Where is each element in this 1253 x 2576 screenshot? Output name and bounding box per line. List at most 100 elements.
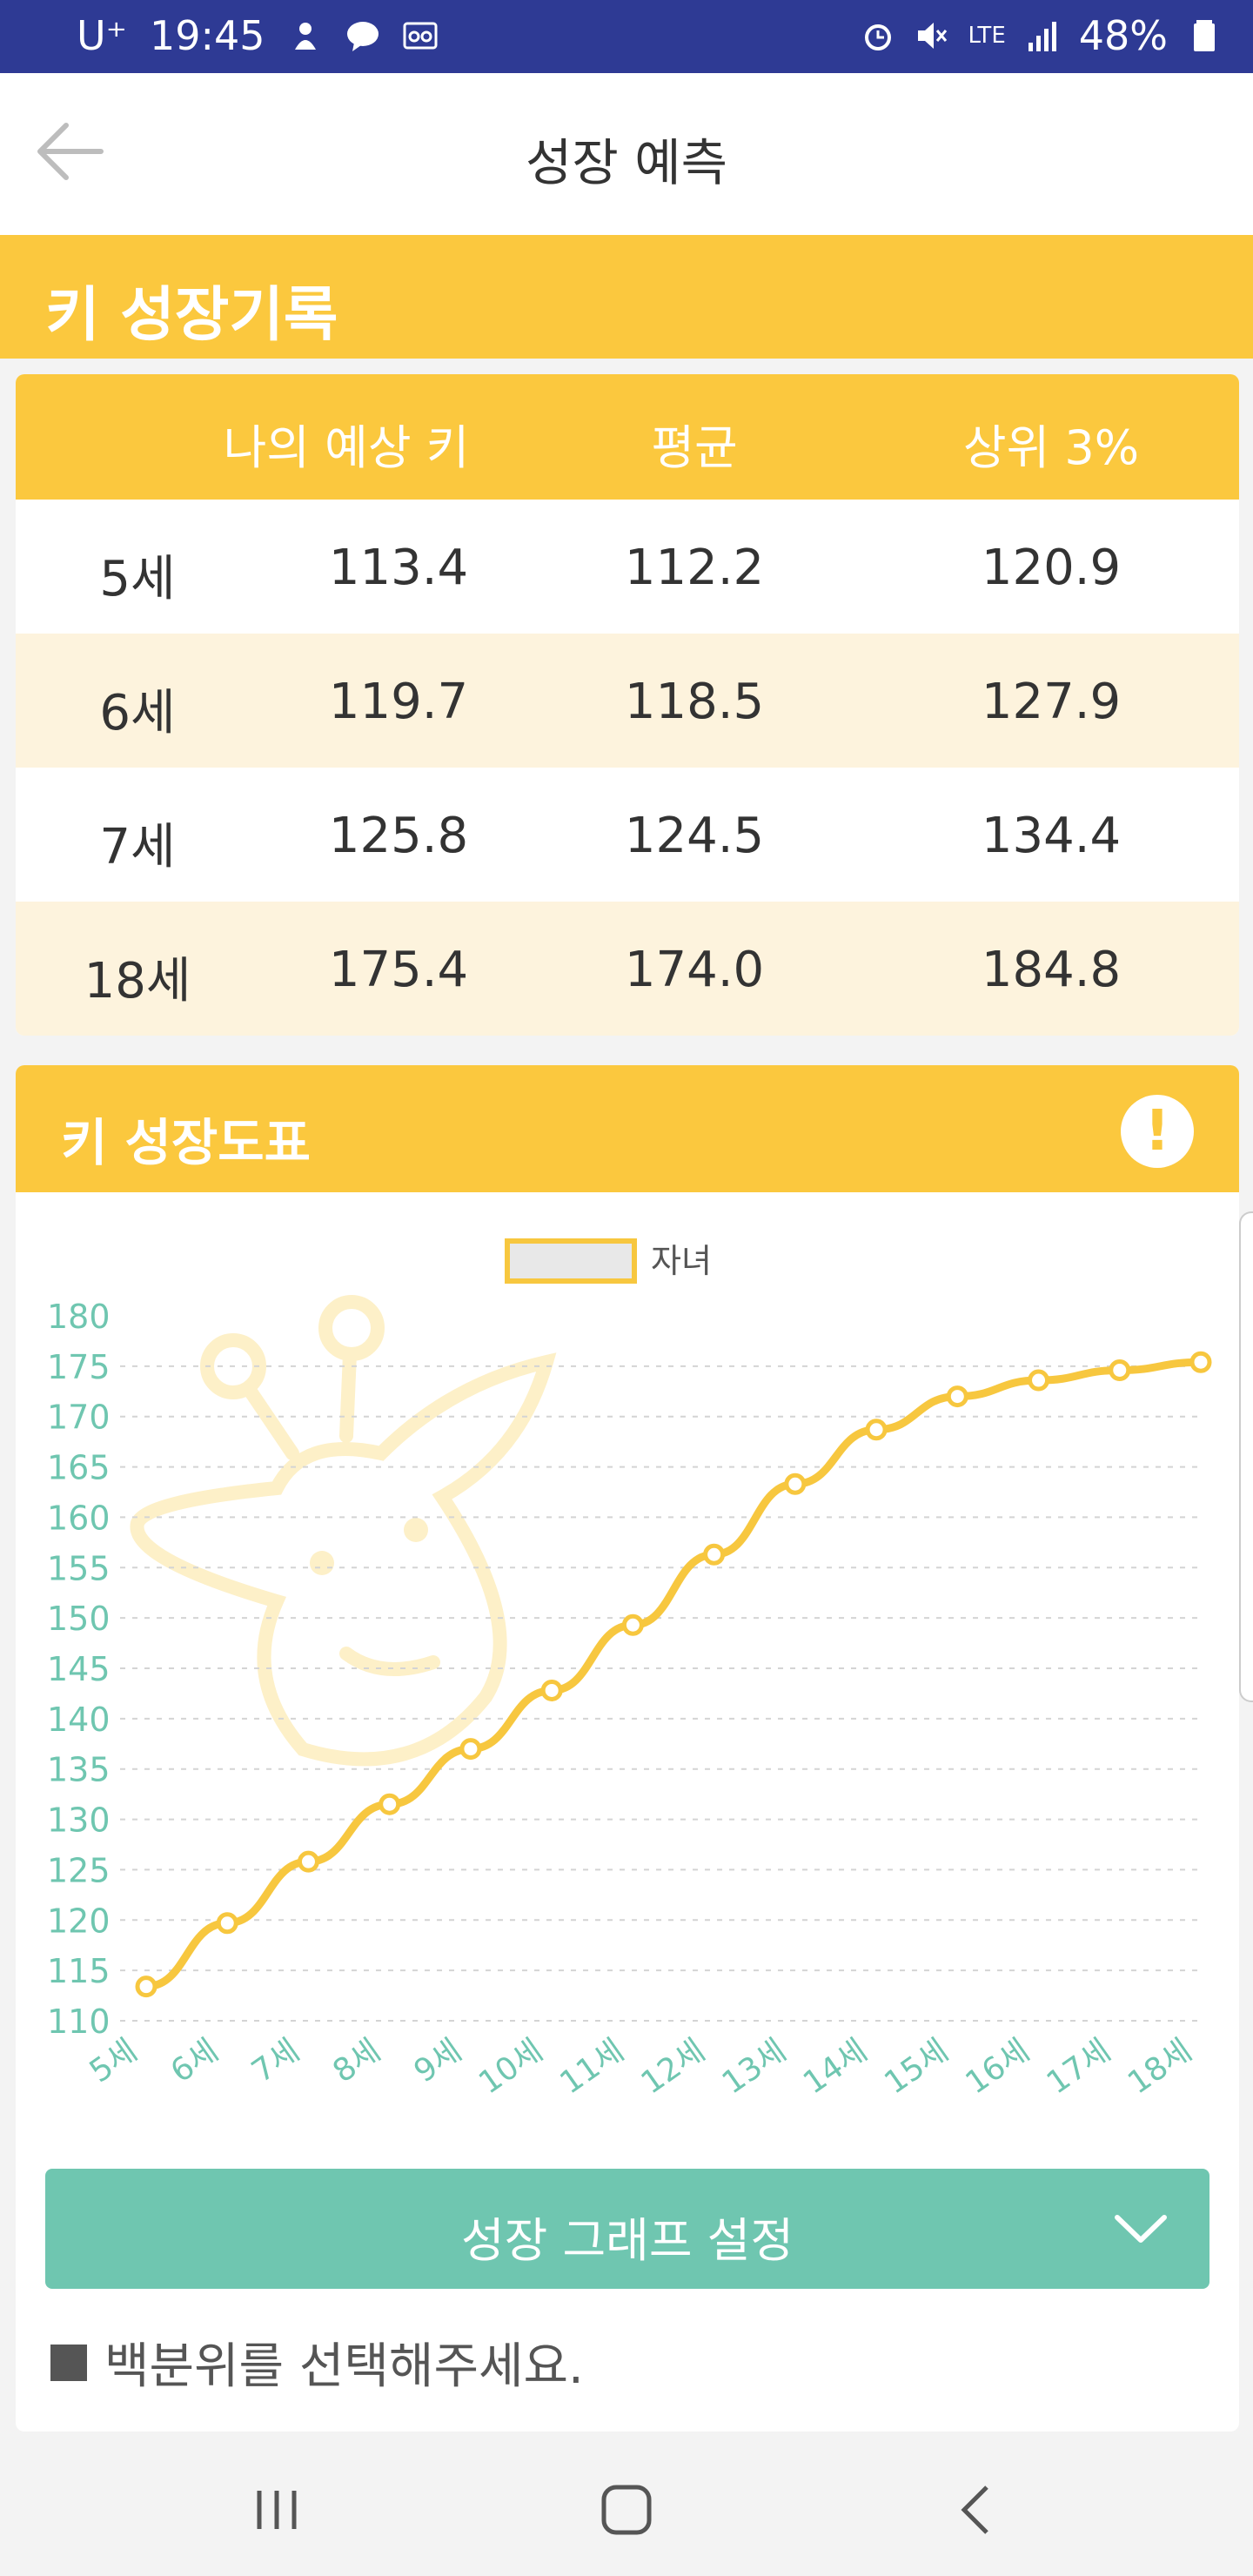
y-tick-label: 160 [47,1499,111,1537]
back-icon[interactable] [941,2475,1011,2545]
x-tick-label: 12세 [635,2033,712,2102]
y-tick-label: 120 [47,1902,111,1940]
row-my-height: 175.4 [328,942,469,998]
y-tick-label: 125 [47,1851,111,1889]
chart-grid [120,1365,1201,2022]
y-tick-label: 170 [47,1399,111,1437]
height-record-header: 키 성장기록 [0,235,1253,359]
row-my-height: 125.8 [328,808,469,864]
talk-icon [346,22,379,51]
percentile-prompt: 백분위를 선택해주세요. [50,2327,584,2398]
giraffe-watermark-icon [130,1295,557,1767]
growth-chart-header: 키 성장도표 ! [16,1065,1239,1192]
chart-legend: 자녀 [505,1238,712,1284]
row-average: 174.0 [624,942,765,998]
row-age: 6세 [99,685,176,741]
table-row: 5세 113.4 112.2 120.9 [16,500,1239,634]
x-tick-label: 9세 [408,2033,468,2090]
x-tick-label: 15세 [878,2033,955,2102]
status-left: U⁺ 19:45 [77,12,438,59]
row-top3: 134.4 [981,808,1122,864]
data-point [1189,1351,1212,1373]
x-tick-label: 8세 [326,2033,386,2090]
table-row: 18세 175.4 174.0 184.8 [16,902,1239,1036]
y-tick-label: 165 [47,1449,111,1487]
growth-graph-settings-button[interactable]: 성장 그래프 설정 [45,2169,1209,2289]
x-tick-label: 17세 [1041,2033,1117,2102]
data-point [135,1976,157,1998]
notification-icon [294,23,316,50]
y-tick-label: 115 [47,1952,111,1990]
table-row: 7세 125.8 124.5 134.4 [16,768,1239,902]
chevron-down-icon [1115,2215,1167,2243]
voicemail-icon [403,22,438,50]
giraffe-eyes [310,1518,428,1575]
page-title: 성장 예측 [526,133,727,192]
x-tick-label: 6세 [164,2033,224,2090]
legend-swatch [505,1238,637,1284]
x-tick-label: 5세 [84,2033,144,2090]
home-icon[interactable] [592,2475,661,2545]
settings-button-label: 성장 그래프 설정 [460,2213,794,2268]
data-point [459,1738,482,1761]
row-top3: 120.9 [981,540,1122,596]
row-average: 112.2 [624,540,765,596]
x-tick-label: 11세 [553,2033,630,2102]
y-tick-label: 150 [47,1600,111,1638]
signal-icon [1028,22,1056,51]
network-type: LTE [968,23,1006,49]
header-average: 평균 [651,420,738,475]
legend-label: 자녀 [651,1242,712,1280]
row-average: 124.5 [624,808,765,864]
x-axis-labels: 5세 6세 7세 8세 9세 10세 11세 12세 13세 14세 15세 16세 17세 18세 [84,2033,1198,2102]
square-bullet-icon [50,2344,87,2381]
data-point [297,1850,319,1873]
height-record-table: 나의 예상 키 평균 상위 3% 5세 113.4 112.2 120.9 6세… [16,374,1239,1036]
row-top3: 127.9 [981,674,1122,730]
data-point [1109,1358,1131,1381]
table-header: 나의 예상 키 평균 상위 3% [16,374,1239,500]
row-my-height: 119.7 [328,674,469,730]
y-tick-label: 175 [47,1348,111,1386]
side-drawer-handle[interactable] [1239,1211,1253,1702]
data-point [865,1419,888,1441]
row-age: 18세 [84,953,191,1010]
data-point [946,1385,968,1408]
growth-line-chart: 110 115 120 125 130 135 140 145 150 155 160 165 170 1… [47,1238,1212,2102]
system-nav-bar [0,2432,1253,2576]
battery-icon [1194,20,1215,51]
growth-chart-title: 키 성장도표 [61,1113,311,1172]
header-top3: 상위 3% [962,420,1140,475]
recent-apps-icon[interactable] [242,2475,312,2545]
row-average: 118.5 [624,674,765,730]
x-tick-label: 10세 [472,2033,549,2102]
x-tick-label: 18세 [1122,2033,1198,2102]
growth-chart-card: 키 성장도표 ! 110 115 120 125 130 135 140 145 150 155 1… [16,1065,1239,2432]
y-axis-labels: 110 115 120 125 130 135 140 145 150 155 160 165 170 1… [47,1298,111,2041]
data-point [216,1912,238,1935]
y-tick-label: 155 [47,1549,111,1587]
y-tick-label: 180 [47,1298,111,1336]
y-tick-label: 110 [47,2002,111,2041]
data-point [621,1613,644,1636]
percentile-prompt-text: 백분위를 선택해주세요. [104,2338,584,2395]
y-tick-label: 135 [47,1751,111,1789]
data-point [784,1472,807,1495]
mute-icon [917,23,947,49]
data-point [540,1679,563,1701]
row-age: 7세 [99,819,176,875]
app-bar: 성장 예측 [0,73,1253,235]
status-right: LTE 48% [861,12,1222,59]
status-bar: U⁺ 19:45 LTE 48% [0,0,1253,73]
x-tick-label: 7세 [245,2033,305,2090]
x-tick-label: 13세 [716,2033,793,2102]
row-my-height: 113.4 [328,540,469,596]
data-point [379,1793,401,1815]
info-icon[interactable]: ! [1121,1095,1194,1168]
clock: 19:45 [149,12,265,59]
table-row: 6세 119.7 118.5 127.9 [16,634,1239,768]
battery-percent: 48% [1078,12,1168,59]
x-tick-label: 16세 [960,2033,1036,2102]
y-tick-label: 140 [47,1701,111,1739]
header-my-height: 나의 예상 키 [223,420,470,475]
